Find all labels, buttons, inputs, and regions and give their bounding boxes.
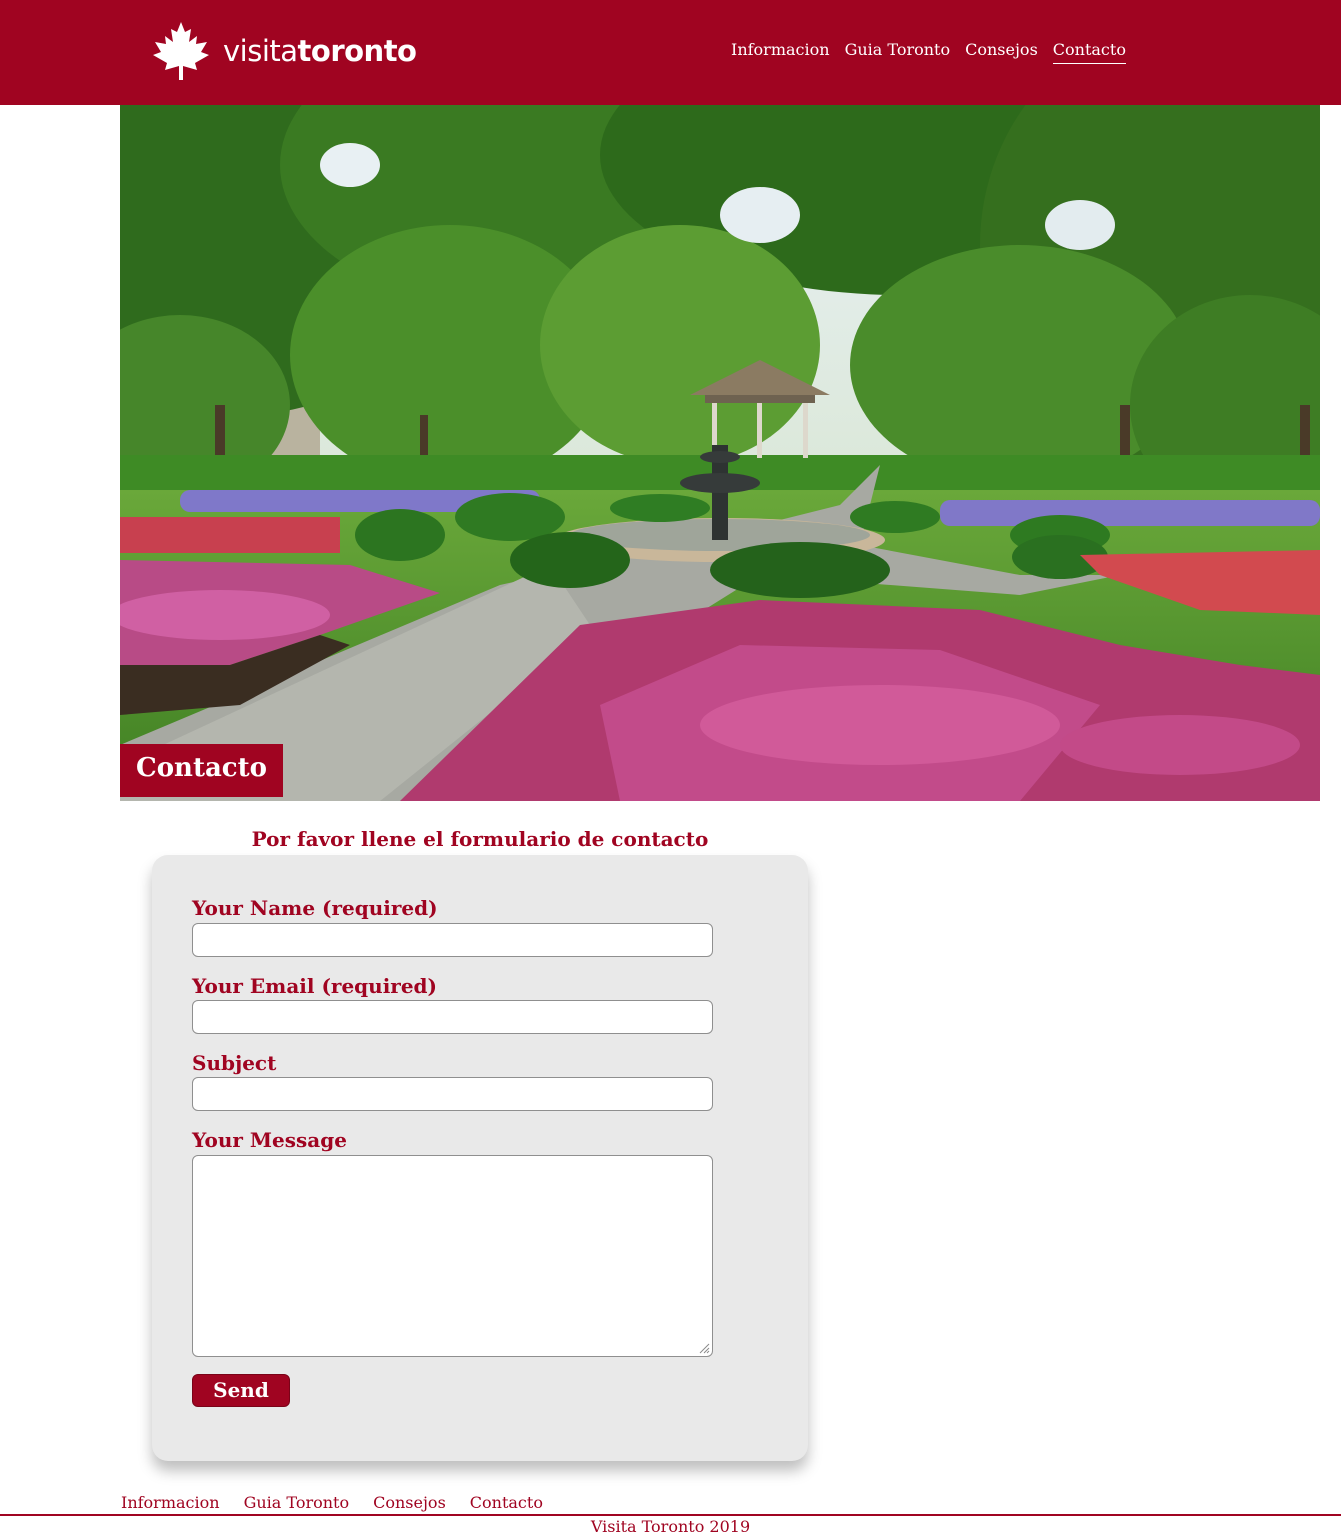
footer-copyright: Visita Toronto 2019 <box>590 1517 751 1536</box>
nav-item-consejos[interactable]: Consejos <box>965 40 1038 64</box>
form-heading: Por favor llene el formulario de contact… <box>251 827 709 851</box>
resize-handle-icon[interactable] <box>698 1342 710 1354</box>
subject-label: Subject <box>192 1051 277 1075</box>
name-field[interactable] <box>192 923 713 957</box>
site-logo[interactable]: visitatoronto <box>151 21 417 81</box>
footer-link-consejos[interactable]: Consejos <box>373 1493 446 1512</box>
nav-item-guia-toronto[interactable]: Guia Toronto <box>845 40 951 64</box>
footer-link-informacion[interactable]: Informacion <box>121 1493 220 1512</box>
message-label: Your Message <box>192 1128 347 1152</box>
hero-page-title: Contacto <box>120 744 283 797</box>
contact-form: Your Name (required) Your Email (require… <box>152 855 808 1461</box>
footer-link-contacto[interactable]: Contacto <box>470 1493 543 1512</box>
email-field[interactable] <box>192 1000 713 1034</box>
maple-leaf-icon <box>153 22 209 80</box>
logo-wordmark-bold: toronto <box>297 34 417 68</box>
email-label: Your Email (required) <box>192 974 437 998</box>
hero-image: Contacto <box>120 105 1320 801</box>
logo-wordmark: visitatoronto <box>223 34 417 68</box>
logo-wordmark-light: visita <box>223 34 298 68</box>
footer-divider <box>0 1514 1341 1516</box>
footer-link-guia-toronto[interactable]: Guia Toronto <box>244 1493 350 1512</box>
subject-field[interactable] <box>192 1077 713 1111</box>
name-label: Your Name (required) <box>192 896 438 920</box>
site-header: visitatoronto Informacion Guia Toronto C… <box>0 0 1341 105</box>
main-nav: Informacion Guia Toronto Consejos Contac… <box>731 40 1141 64</box>
message-field[interactable] <box>192 1155 713 1357</box>
nav-item-contacto[interactable]: Contacto <box>1052 40 1126 64</box>
nav-item-informacion[interactable]: Informacion <box>731 40 830 64</box>
footer-nav: Informacion Guia Toronto Consejos Contac… <box>121 1493 567 1512</box>
send-button[interactable]: Send <box>192 1374 290 1407</box>
park-garden-illustration <box>120 105 1320 801</box>
